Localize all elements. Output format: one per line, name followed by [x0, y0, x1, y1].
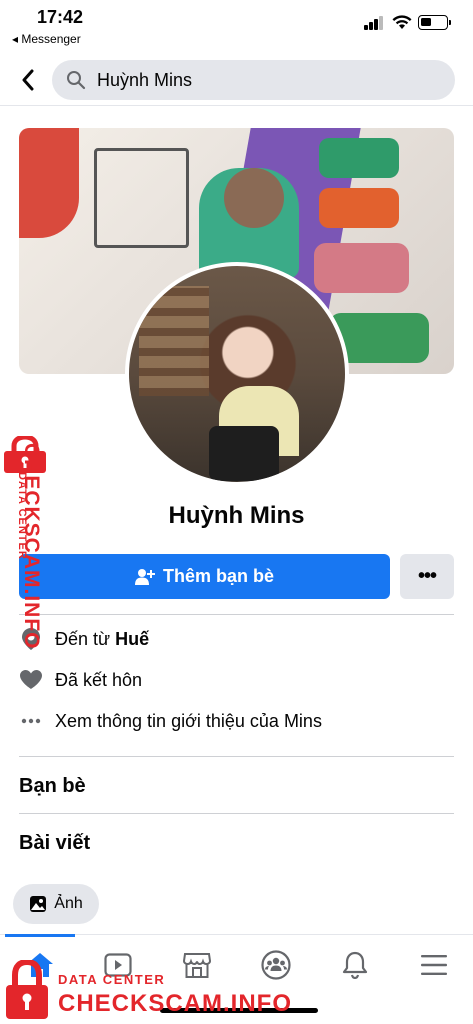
friends-section-title[interactable]: Bạn bè [19, 775, 86, 798]
watermark-big-vertical: CHECKSCAM.INFO [20, 443, 43, 650]
cellular-signal-icon [364, 16, 384, 30]
add-friend-icon [134, 568, 155, 585]
watermark-big-text: CHECKSCAM.INFO [58, 990, 292, 1017]
photos-chip[interactable]: Ảnh [13, 884, 99, 924]
divider [19, 614, 454, 615]
wifi-icon [392, 15, 412, 29]
divider [19, 756, 454, 757]
profile-name: Huỳnh Mins [168, 502, 305, 529]
photo-icon [30, 896, 47, 912]
tab-menu[interactable] [414, 945, 454, 985]
divider [19, 813, 454, 814]
search-query-text: Huỳnh Mins [97, 70, 193, 90]
heart-icon [19, 668, 43, 692]
profile-picture[interactable] [125, 262, 349, 486]
photos-chip-label: Ảnh [54, 895, 83, 912]
hometown-city[interactable]: Huế [115, 629, 149, 650]
tab-notifications[interactable] [335, 945, 375, 985]
chevron-left-icon [22, 69, 34, 91]
notifications-icon [342, 951, 368, 979]
posts-section-title: Bài viết [19, 832, 91, 854]
add-friend-button[interactable]: Thêm bạn bè [19, 554, 390, 599]
search-input[interactable]: Huỳnh Mins [52, 60, 455, 100]
hometown-row: Đến từ Huế [19, 625, 459, 653]
hometown-prefix: Đến từ [55, 628, 111, 649]
top-nav: Huỳnh Mins [0, 56, 473, 106]
more-options-button[interactable]: ••• [400, 554, 454, 599]
back-to-app-link[interactable]: ◂ Messenger [12, 32, 81, 46]
ellipsis-icon [19, 709, 43, 733]
see-about-label: Xem thông tin giới thiệu của Mins [55, 710, 322, 731]
battery-icon [418, 15, 451, 30]
menu-icon [421, 955, 447, 975]
status-time: 17:42 [37, 7, 84, 27]
padlock-icon [6, 960, 48, 1019]
relationship-status: Đã kết hôn [55, 669, 143, 690]
watermark-side: DATA CENTER CHECKSCAM.INFO [2, 434, 52, 666]
relationship-row: Đã kết hôn [19, 666, 459, 694]
active-tab-indicator [5, 934, 75, 937]
see-about-row[interactable]: Xem thông tin giới thiệu của Mins [19, 707, 459, 735]
watermark-bottom: DATA CENTER CHECKSCAM.INFO [0, 958, 300, 1022]
back-button[interactable] [14, 66, 42, 94]
status-bar: 17:42 ◂ Messenger [0, 0, 473, 50]
search-icon [67, 71, 86, 90]
watermark-small-text: DATA CENTER [58, 972, 166, 987]
add-friend-label: Thêm bạn bè [162, 566, 274, 586]
